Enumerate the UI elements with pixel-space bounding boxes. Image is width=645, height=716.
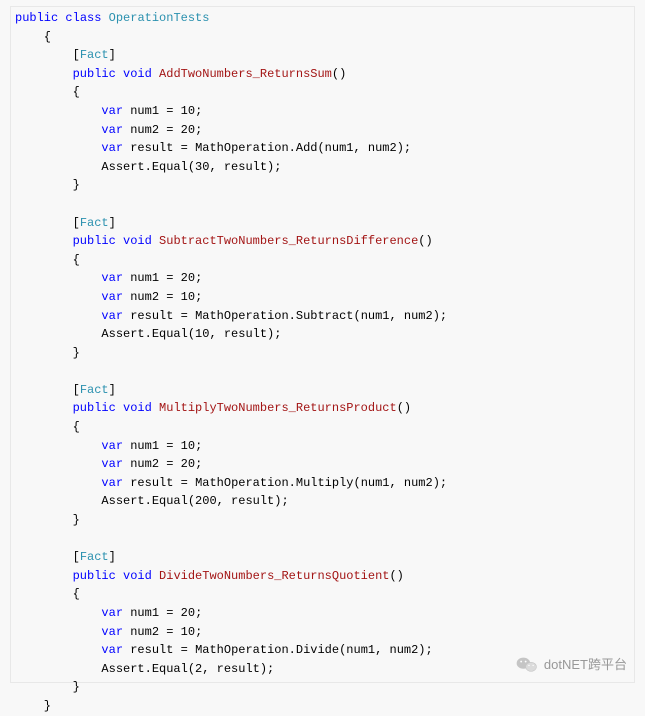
wechat-icon: [516, 656, 538, 674]
code-block: public class OperationTests { [Fact] pub…: [10, 6, 635, 683]
method-name: AddTwoNumbers_ReturnsSum: [159, 67, 332, 81]
watermark-text: dotNET跨平台: [544, 655, 627, 675]
attribute: Fact: [80, 48, 109, 62]
keyword-public: public: [15, 11, 58, 25]
keyword-class: class: [65, 11, 101, 25]
class-name: OperationTests: [109, 11, 210, 25]
watermark: dotNET跨平台: [516, 655, 627, 675]
